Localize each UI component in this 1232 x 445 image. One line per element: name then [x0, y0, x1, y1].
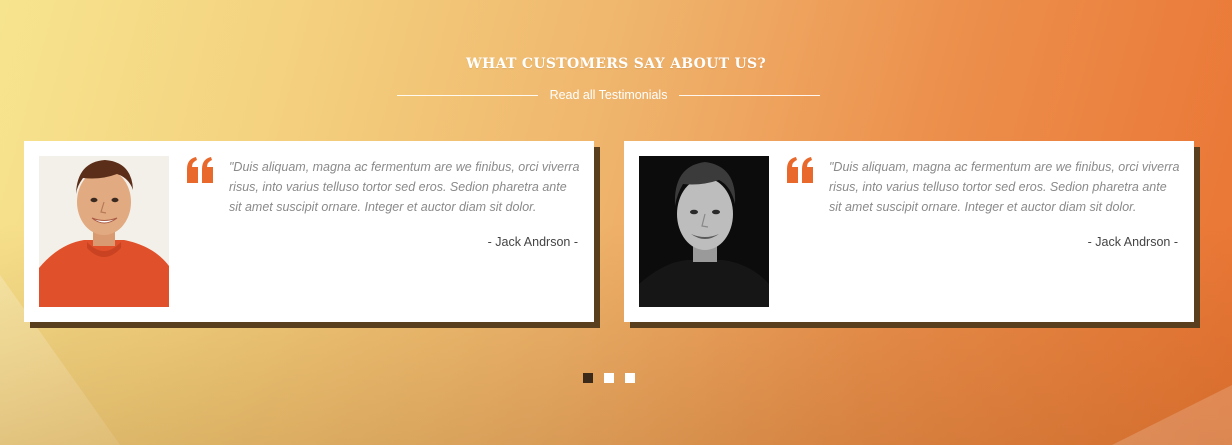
testimonial-quote: "Duis aliquam, magna ac fermentum are we…	[229, 160, 580, 214]
background-facet	[1112, 385, 1232, 445]
testimonial-card: "Duis aliquam, magna ac fermentum are we…	[24, 141, 594, 322]
divider-line	[397, 94, 538, 96]
testimonials-link-row: Read all Testimonials	[397, 86, 821, 104]
testimonial-card: "Duis aliquam, magna ac fermentum are we…	[624, 141, 1194, 322]
divider-line	[679, 94, 821, 96]
pagination-dot-1[interactable]	[583, 373, 593, 383]
testimonial-author: - Jack Andrson -	[487, 235, 578, 249]
customer-photo	[39, 156, 169, 307]
carousel-pagination	[583, 373, 635, 383]
testimonial-author: - Jack Andrson -	[1087, 235, 1178, 249]
quote-icon	[787, 157, 813, 183]
testimonial-quote: "Duis aliquam, magna ac fermentum are we…	[829, 160, 1180, 214]
pagination-dot-3[interactable]	[625, 373, 635, 383]
pagination-dot-2[interactable]	[604, 373, 614, 383]
quote-icon	[187, 157, 213, 183]
section-heading: WHAT CUSTOMERS SAY ABOUT US?	[466, 56, 766, 72]
customer-photo	[639, 156, 769, 307]
read-all-testimonials-link[interactable]: Read all Testimonials	[538, 88, 680, 102]
